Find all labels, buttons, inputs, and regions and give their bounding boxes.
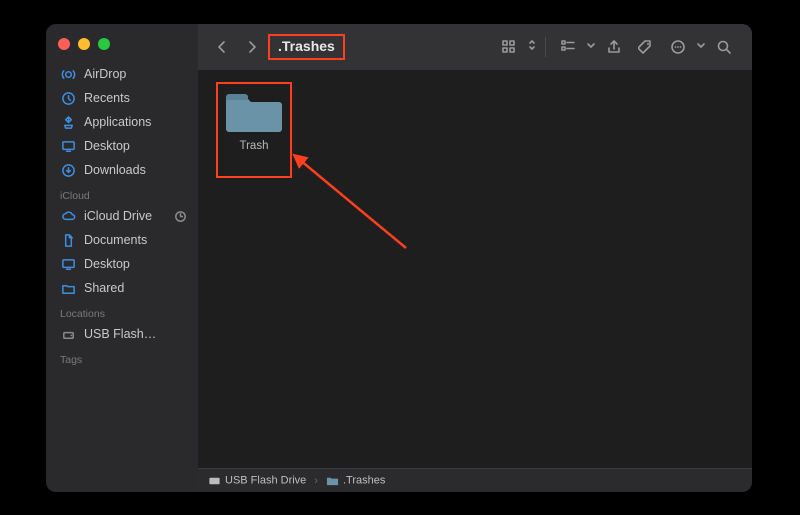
sidebar-item-usb-flash[interactable]: USB Flash… (46, 322, 198, 346)
toolbar: .Trashes (198, 24, 752, 70)
sidebar-item-shared[interactable]: Shared (46, 276, 198, 300)
chevron-updown-icon (527, 38, 537, 57)
sidebar-item-desktop-icloud[interactable]: Desktop (46, 252, 198, 276)
sidebar-section-tags: Tags (46, 346, 198, 368)
sidebar-item-downloads[interactable]: Downloads (46, 158, 198, 182)
chevron-right-icon: › (314, 475, 318, 487)
icon-view[interactable]: Trash (198, 70, 752, 468)
sidebar-item-airdrop[interactable]: AirDrop (46, 62, 198, 86)
share-button[interactable] (600, 33, 628, 61)
finder-window: AirDrop Recents Applications Desktop Dow… (46, 24, 752, 492)
sidebar-section-locations: Locations (46, 300, 198, 322)
sidebar-item-label: Downloads (84, 163, 188, 177)
path-segment-trashes[interactable]: .Trashes (326, 474, 385, 487)
clock-icon (60, 90, 76, 106)
sidebar-item-label: Desktop (84, 139, 188, 153)
view-icons-button[interactable] (495, 33, 523, 61)
sidebar-item-icloud-drive[interactable]: iCloud Drive (46, 204, 198, 228)
chevron-down-icon (586, 38, 596, 56)
sidebar-item-documents[interactable]: Documents (46, 228, 198, 252)
tags-button[interactable] (632, 33, 660, 61)
chevron-down-icon (696, 38, 706, 56)
sidebar-item-label: Documents (84, 233, 188, 247)
desktop-icon (60, 138, 76, 154)
sidebar-item-label: Desktop (84, 257, 188, 271)
folder-icon (226, 88, 282, 134)
folder-item-trash[interactable]: Trash (214, 88, 294, 152)
sidebar-item-label: iCloud Drive (84, 209, 165, 223)
folder-icon (326, 474, 339, 487)
sidebar-item-label: USB Flash… (84, 327, 188, 341)
sidebar-item-desktop[interactable]: Desktop (46, 134, 198, 158)
drive-icon (60, 326, 76, 342)
doc-icon (60, 232, 76, 248)
cloud-icon (60, 208, 76, 224)
window-title: .Trashes (272, 36, 341, 56)
sidebar: AirDrop Recents Applications Desktop Dow… (46, 24, 198, 492)
sidebar-item-recents[interactable]: Recents (46, 86, 198, 110)
path-bar: USB Flash Drive › .Trashes (198, 468, 752, 492)
minimize-window-button[interactable] (78, 38, 90, 50)
folder-item-label: Trash (240, 140, 269, 152)
sidebar-item-label: Shared (84, 281, 188, 295)
window-controls (46, 32, 198, 62)
sidebar-item-label: Applications (84, 115, 188, 129)
sidebar-item-label: Recents (84, 91, 188, 105)
forward-button[interactable] (238, 33, 266, 61)
group-by-button[interactable] (554, 33, 582, 61)
sidebar-item-label: AirDrop (84, 67, 188, 81)
path-segment-label: USB Flash Drive (225, 474, 306, 486)
drive-icon (208, 474, 221, 487)
zoom-window-button[interactable] (98, 38, 110, 50)
path-segment-usb[interactable]: USB Flash Drive (208, 474, 306, 487)
back-button[interactable] (208, 33, 236, 61)
downloads-icon (60, 162, 76, 178)
close-window-button[interactable] (58, 38, 70, 50)
airdrop-icon (60, 66, 76, 82)
annotation-arrow (288, 150, 418, 260)
sidebar-section-icloud: iCloud (46, 182, 198, 204)
main-pane: .Trashes (198, 24, 752, 492)
desktop-icon (60, 256, 76, 272)
shared-folder-icon (60, 280, 76, 296)
search-button[interactable] (710, 33, 738, 61)
sidebar-item-applications[interactable]: Applications (46, 110, 198, 134)
actions-button[interactable] (664, 33, 692, 61)
path-segment-label: .Trashes (343, 474, 385, 486)
sync-icon (173, 209, 188, 224)
apps-icon (60, 114, 76, 130)
